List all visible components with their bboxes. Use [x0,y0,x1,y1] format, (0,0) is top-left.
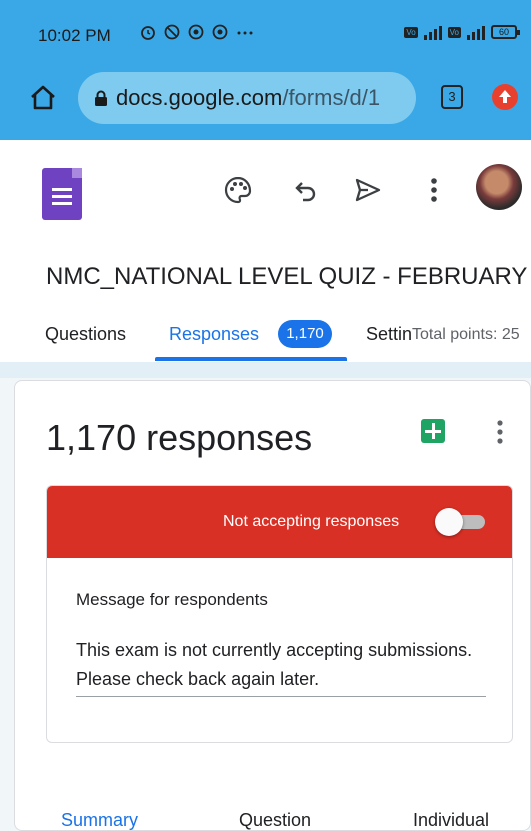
toggle-thumb [435,508,463,536]
volte-icon: Vo [447,26,461,38]
tab-switcher-button[interactable]: 3 [441,85,463,109]
accepting-responses-toggle[interactable] [435,508,485,536]
more-vert-icon[interactable] [418,174,450,206]
form-title: NMC_NATIONAL LEVEL QUIZ - FEBRUARY [46,263,528,290]
tab-summary[interactable]: Summary [61,810,138,831]
url-bar-row: docs.google.com/forms/d/1 3 [0,68,531,128]
signal-icon [467,24,485,40]
sheets-icon[interactable] [421,419,445,443]
volte-icon: Vo [404,26,418,38]
status-time: 10:02 PM [38,26,111,45]
accepting-responses-bar: Not accepting responses [47,486,512,558]
palette-icon[interactable] [222,174,254,206]
google-forms-logo-icon[interactable] [42,168,82,220]
address-bar[interactable]: docs.google.com/forms/d/1 [78,72,416,124]
undo-icon[interactable] [290,174,322,206]
total-points: Total points: 25 [412,326,520,343]
send-icon[interactable] [352,174,384,206]
response-count-heading: 1,170 responses [46,417,313,458]
active-tab-indicator [155,357,347,361]
battery-icon: 60 [491,25,520,39]
browser-chrome: 10:02 PM Vo Vo 60 docs.google.com/forms/… [0,0,531,140]
responses-card: 1,170 responses Not accepting responses … [14,380,531,831]
app-icon [188,24,204,45]
tab-questions[interactable]: Questions [45,324,126,345]
responses-count-badge: 1,170 [278,320,332,348]
form-tabs: Questions Responses 1,170 Settings Total… [0,312,531,362]
signal-icon [423,24,442,40]
tab-settings[interactable]: Settings [366,324,412,345]
more-vert-icon[interactable] [495,419,505,445]
update-icon[interactable] [492,84,518,110]
accepting-responses-label: Not accepting responses [223,513,400,530]
message-field-underline [76,696,486,697]
forms-toolbar [0,140,531,240]
message-title: Message for respondents [76,590,268,609]
notification-icons [140,24,254,45]
home-icon[interactable] [26,80,60,114]
system-icons: Vo Vo 60 [404,24,520,40]
url-text: docs.google.com/forms/d/1 [116,85,380,111]
lock-icon [94,90,108,106]
alarm-icon [140,24,156,45]
url-host: docs.google.com [116,85,283,110]
status-bar: 10:02 PM Vo Vo 60 [0,0,531,60]
url-path: /forms/d/1 [282,85,381,110]
avatar[interactable] [476,164,522,210]
app-icon [212,24,228,45]
message-field[interactable]: This exam is not currently accepting sub… [76,636,496,694]
tab-question[interactable]: Question [239,810,311,831]
more-dots-icon [236,24,254,45]
tab-responses[interactable]: Responses [169,324,259,345]
screen: 10:02 PM Vo Vo 60 docs.google.com/forms/… [0,0,531,831]
accepting-responses-panel: Not accepting responses Message for resp… [46,485,513,743]
tab-individual[interactable]: Individual [413,810,489,831]
do-not-disturb-icon [164,24,180,45]
